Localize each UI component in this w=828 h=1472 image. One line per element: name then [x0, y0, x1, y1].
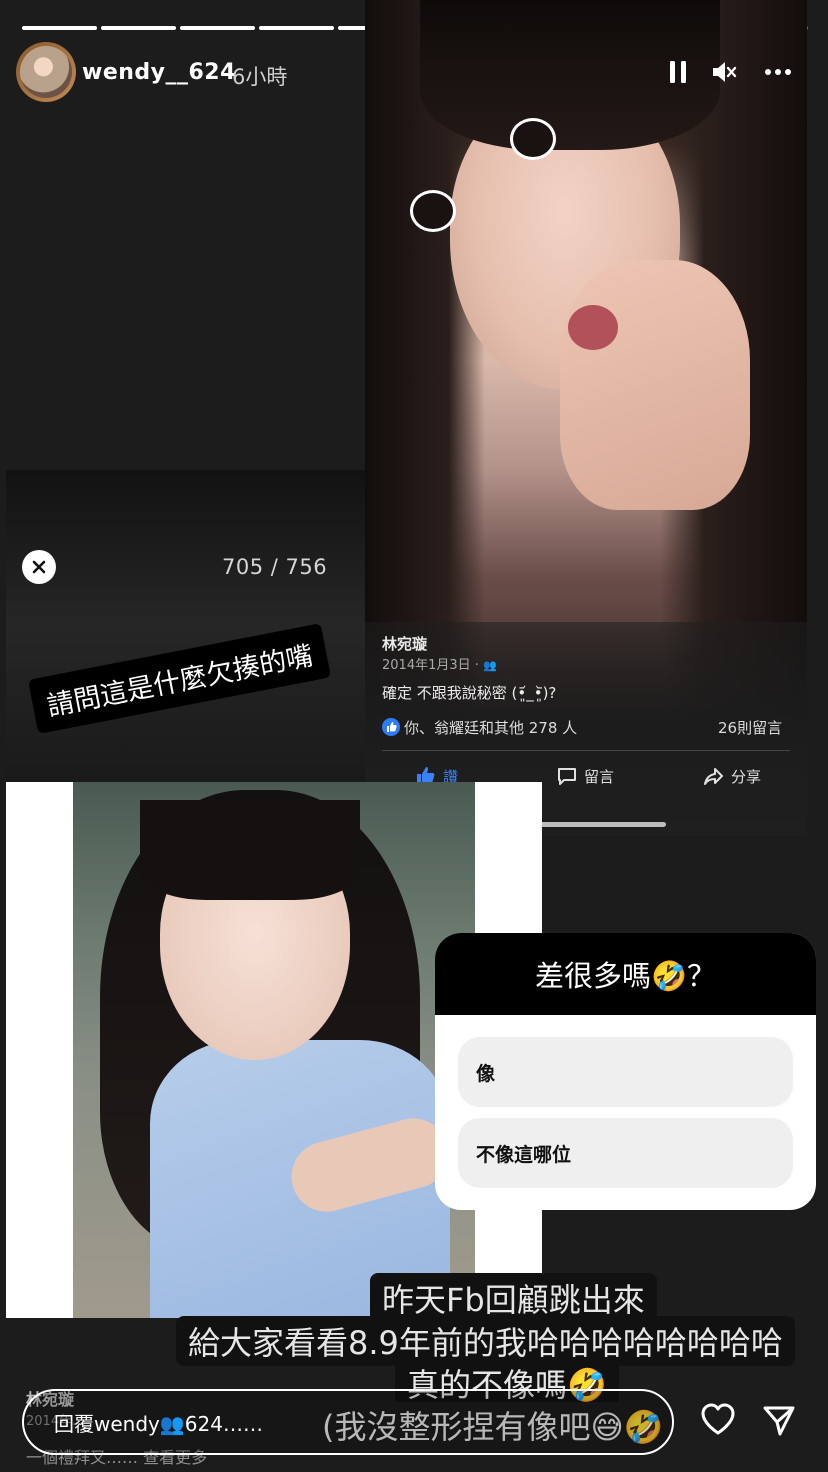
progress-segment [259, 26, 334, 30]
poll-question: 差很多嗎🤣？ [435, 933, 816, 1015]
fb-likes: 你、翁耀廷和其他 278 人 [404, 719, 578, 737]
fb-caption: 確定 不跟我說秘密 (•͈᷄_•͈᷅)? [382, 684, 557, 702]
fb-share-label: 分享 [731, 767, 762, 786]
photo-hand [560, 260, 750, 510]
fb-comment-button: 留言 [556, 765, 614, 787]
pause-button[interactable] [664, 58, 692, 86]
share-icon [704, 768, 723, 785]
comment-icon [558, 768, 576, 785]
username[interactable]: wendy__624 [82, 60, 236, 85]
post-time: 6小時 [232, 65, 288, 89]
more-icon [765, 69, 791, 75]
photo-eye [410, 190, 456, 232]
reply-input[interactable]: 回覆wendy👥624…… [22, 1389, 674, 1455]
muted-speaker-icon [713, 62, 737, 82]
like-reaction-icon [382, 718, 400, 736]
more-options-button[interactable] [764, 58, 792, 86]
caption-text: 給大家看看8.9年前的我哈哈哈哈哈哈哈哈 [176, 1316, 795, 1366]
fb-comment-label: 留言 [584, 767, 615, 786]
progress-segment [101, 26, 176, 30]
fb-share-button: 分享 [703, 765, 761, 787]
fb-date: 2014年1月3日 · 👥 [382, 658, 497, 673]
send-button[interactable] [762, 1404, 796, 1438]
heart-icon [701, 1403, 735, 1435]
photo-counter: 705 / 756 [222, 555, 328, 579]
friends-icon: 👥 [483, 659, 497, 672]
avatar[interactable] [16, 42, 76, 102]
poll-sticker: 差很多嗎🤣？ 像 不像這哪位 [435, 933, 816, 1210]
photo-mouth [568, 305, 618, 350]
close-icon [32, 560, 46, 574]
progress-segment [22, 26, 97, 30]
photo-eye [510, 118, 556, 160]
divider [382, 750, 790, 751]
fb-author: 林宛璇 [382, 635, 428, 653]
close-button [22, 550, 56, 584]
send-icon [763, 1406, 795, 1436]
progress-segment [180, 26, 255, 30]
fb-comments-count: 26則留言 [718, 719, 783, 737]
pause-icon [670, 61, 686, 83]
poll-option[interactable]: 不像這哪位 [458, 1118, 793, 1188]
photo-bangs [140, 800, 360, 900]
like-button[interactable] [700, 1402, 736, 1436]
mute-button[interactable] [710, 58, 738, 86]
poll-option[interactable]: 像 [458, 1037, 793, 1107]
